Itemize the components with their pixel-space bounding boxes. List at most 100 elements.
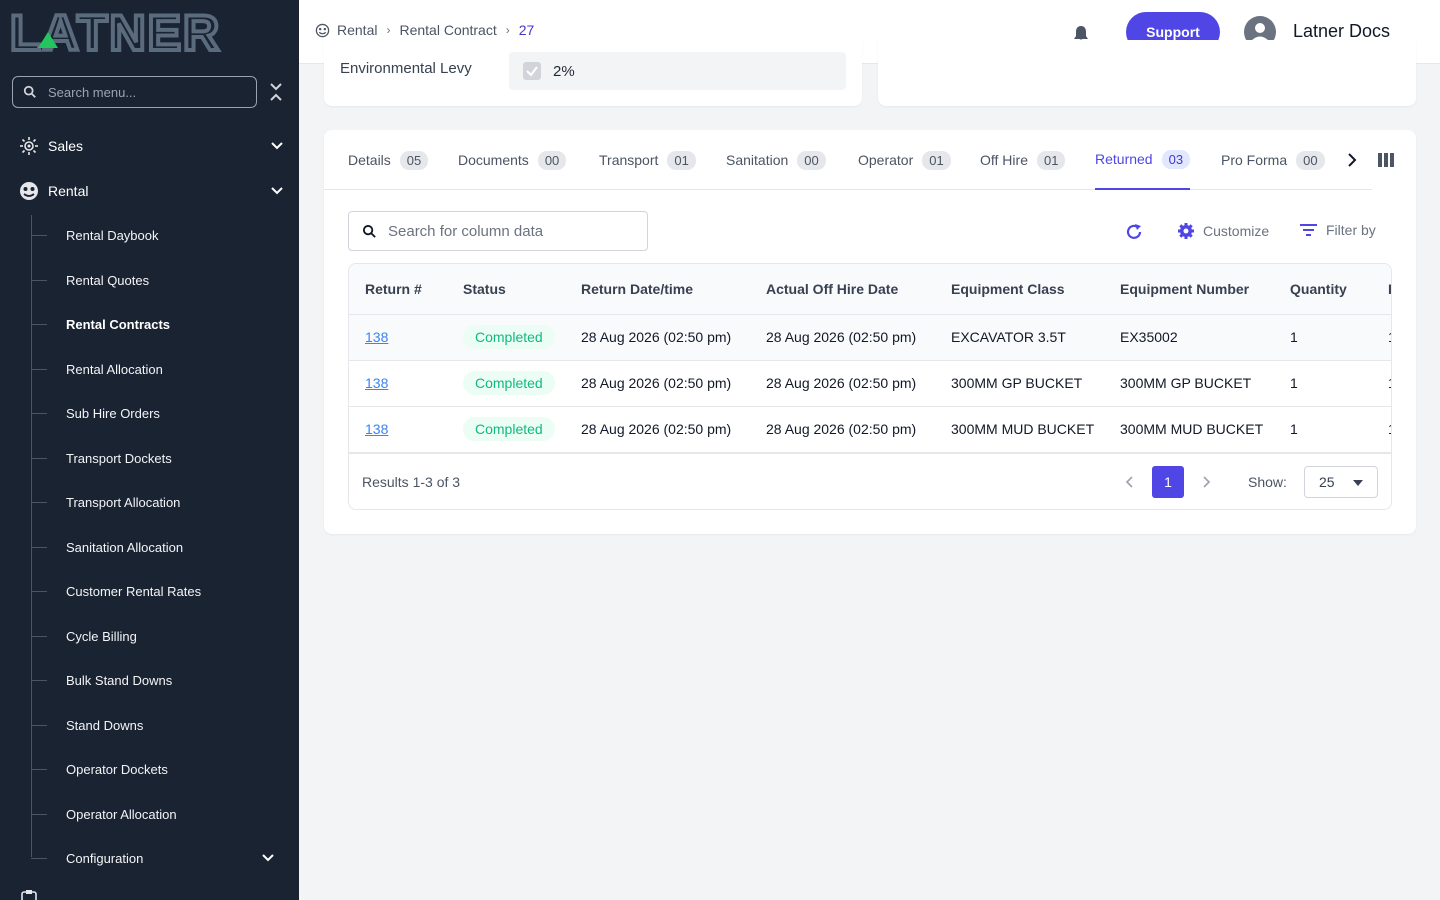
columns-icon[interactable] xyxy=(1378,153,1394,167)
equipment-number-cell: 300MM MUD BUCKET xyxy=(1104,406,1274,453)
clipboard-icon xyxy=(21,890,37,900)
environmental-levy-field: 2% xyxy=(509,52,846,90)
return-number-link[interactable]: 138 xyxy=(365,421,388,437)
sidebar-item-rental-quotes[interactable]: Rental Quotes xyxy=(31,268,149,292)
chevron-down-icon[interactable] xyxy=(270,139,284,153)
quantity-cell: 1 xyxy=(1274,360,1372,407)
nav-rental-label: Rental xyxy=(48,183,89,199)
truncated-cell: 1 xyxy=(1372,314,1391,361)
nav-sales[interactable]: Sales xyxy=(18,132,283,160)
column-header[interactable]: Equipment Number xyxy=(1104,264,1274,315)
column-header[interactable]: Return Date/time xyxy=(565,264,750,315)
tab-transport[interactable]: Transport 01 xyxy=(599,130,696,190)
chevron-down-icon[interactable] xyxy=(261,851,275,865)
sidebar: LATNER Search menu... Sales Rental Renta… xyxy=(0,0,299,900)
page-button-current[interactable]: 1 xyxy=(1152,466,1184,498)
chevron-left-icon[interactable] xyxy=(1124,476,1136,488)
column-header[interactable]: Quantity xyxy=(1274,264,1372,315)
table-row[interactable]: 138 Completed 28 Aug 2026 (02:50 pm) 28 … xyxy=(349,406,1391,453)
results-count: Results 1-3 of 3 xyxy=(362,474,461,490)
sidebar-item-stand-downs[interactable]: Stand Downs xyxy=(31,713,143,737)
refresh-icon[interactable] xyxy=(1124,222,1144,242)
user-name[interactable]: Latner Docs xyxy=(1293,21,1390,42)
column-header[interactable]: Return # xyxy=(349,264,447,315)
sidebar-item-transport-allocation[interactable]: Transport Allocation xyxy=(31,490,180,514)
return-date-cell: 28 Aug 2026 (02:50 pm) xyxy=(565,360,750,407)
breadcrumb-rental-contract[interactable]: Rental Contract xyxy=(399,22,496,38)
nav-sales-label: Sales xyxy=(48,138,84,154)
chevron-right-icon[interactable] xyxy=(1344,152,1360,168)
sidebar-item-operator-allocation[interactable]: Operator Allocation xyxy=(31,802,177,826)
search-icon xyxy=(362,224,376,238)
breadcrumb-rental[interactable]: Rental xyxy=(337,22,377,38)
truncated-cell: 1 xyxy=(1372,360,1391,407)
column-header[interactable]: Status xyxy=(447,264,565,315)
collapse-sidebar-icon[interactable] xyxy=(267,80,285,104)
sidebar-item-cycle-billing[interactable]: Cycle Billing xyxy=(31,624,137,648)
return-number-link[interactable]: 138 xyxy=(365,329,388,345)
off-hire-date-cell: 28 Aug 2026 (02:50 pm) xyxy=(750,314,935,361)
sidebar-item-configuration[interactable]: Configuration xyxy=(31,846,274,870)
gear-icon xyxy=(1178,223,1194,239)
filter-by-button[interactable]: Filter by xyxy=(1300,222,1376,238)
filter-icon xyxy=(1300,224,1317,236)
sidebar-item-rental-daybook[interactable]: Rental Daybook xyxy=(31,223,159,247)
latner-logo[interactable]: LATNER xyxy=(10,8,280,56)
menu-search-input[interactable]: Search menu... xyxy=(12,76,257,108)
tab-operator[interactable]: Operator 01 xyxy=(858,130,951,190)
truncated-cell: 1 xyxy=(1372,406,1391,453)
nav-rental[interactable]: Rental xyxy=(18,177,283,205)
chevron-right-icon: › xyxy=(505,23,510,37)
tab-sanitation[interactable]: Sanitation 00 xyxy=(726,130,826,190)
tab-off-hire[interactable]: Off Hire 01 xyxy=(980,130,1066,190)
sidebar-item-sub-hire-orders[interactable]: Sub Hire Orders xyxy=(31,401,160,425)
returned-table: Return # Status Return Date/time Actual … xyxy=(348,263,1392,510)
filter-by-label: Filter by xyxy=(1326,222,1376,238)
equipment-class-cell: 300MM GP BUCKET xyxy=(935,360,1104,407)
table-header-row: Return # Status Return Date/time Actual … xyxy=(349,264,1391,315)
off-hire-date-cell: 28 Aug 2026 (02:50 pm) xyxy=(750,406,935,453)
checkbox-icon xyxy=(523,62,541,80)
column-search[interactable] xyxy=(348,211,648,251)
page-size-select[interactable]: 25 xyxy=(1304,466,1378,498)
sidebar-item-operator-dockets[interactable]: Operator Dockets xyxy=(31,757,168,781)
search-icon xyxy=(23,85,36,98)
sidebar-item-rental-contracts[interactable]: Rental Contracts xyxy=(31,312,170,336)
quantity-cell: 1 xyxy=(1274,406,1372,453)
rental-icon xyxy=(315,23,330,37)
column-header[interactable]: I xyxy=(1372,264,1391,315)
column-search-input[interactable] xyxy=(388,222,628,240)
column-header[interactable]: Equipment Class xyxy=(935,264,1104,315)
contract-info-card xyxy=(878,40,1416,106)
equipment-number-cell: EX35002 xyxy=(1104,314,1274,361)
return-date-cell: 28 Aug 2026 (02:50 pm) xyxy=(565,314,750,361)
column-header[interactable]: Actual Off Hire Date xyxy=(750,264,935,315)
sidebar-item-bulk-stand-downs[interactable]: Bulk Stand Downs xyxy=(31,668,172,692)
environmental-levy-label: Environmental Levy xyxy=(340,60,472,77)
sidebar-item-transport-dockets[interactable]: Transport Dockets xyxy=(31,446,172,470)
breadcrumb: Rental › Rental Contract › 27 xyxy=(315,22,534,38)
show-label: Show: xyxy=(1248,474,1287,490)
sidebar-item-sanitation-allocation[interactable]: Sanitation Allocation xyxy=(31,535,183,559)
table-row[interactable]: 138 Completed 28 Aug 2026 (02:50 pm) 28 … xyxy=(349,314,1391,361)
chevron-right-icon[interactable] xyxy=(1200,476,1212,488)
breadcrumb-current: 27 xyxy=(518,22,535,38)
return-number-link[interactable]: 138 xyxy=(365,375,388,391)
status-badge: Completed xyxy=(463,417,555,441)
svg-text:LATNER: LATNER xyxy=(10,8,221,56)
tab-returned[interactable]: Returned 03 xyxy=(1095,130,1191,190)
chevron-down-icon[interactable] xyxy=(270,184,284,198)
sidebar-item-customer-rental-rates[interactable]: Customer Rental Rates xyxy=(31,579,201,603)
rental-icon xyxy=(20,182,38,200)
customize-button[interactable]: Customize xyxy=(1177,222,1269,240)
equipment-class-cell: 300MM MUD BUCKET xyxy=(935,406,1104,453)
tab-bar: Details 05 Documents 00 Transport 01 Sanita… xyxy=(324,130,1372,190)
tab-pro-forma[interactable]: Pro Forma 00 xyxy=(1221,130,1325,190)
table-row[interactable]: 138 Completed 28 Aug 2026 (02:50 pm) 28 … xyxy=(349,360,1391,407)
off-hire-date-cell: 28 Aug 2026 (02:50 pm) xyxy=(750,360,935,407)
tab-details[interactable]: Details 05 xyxy=(348,130,429,190)
sidebar-item-rental-allocation[interactable]: Rental Allocation xyxy=(31,357,163,381)
contract-details-card: Environmental Levy 2% xyxy=(324,40,862,106)
status-badge: Completed xyxy=(463,371,555,395)
tab-documents[interactable]: Documents 00 xyxy=(458,130,567,190)
